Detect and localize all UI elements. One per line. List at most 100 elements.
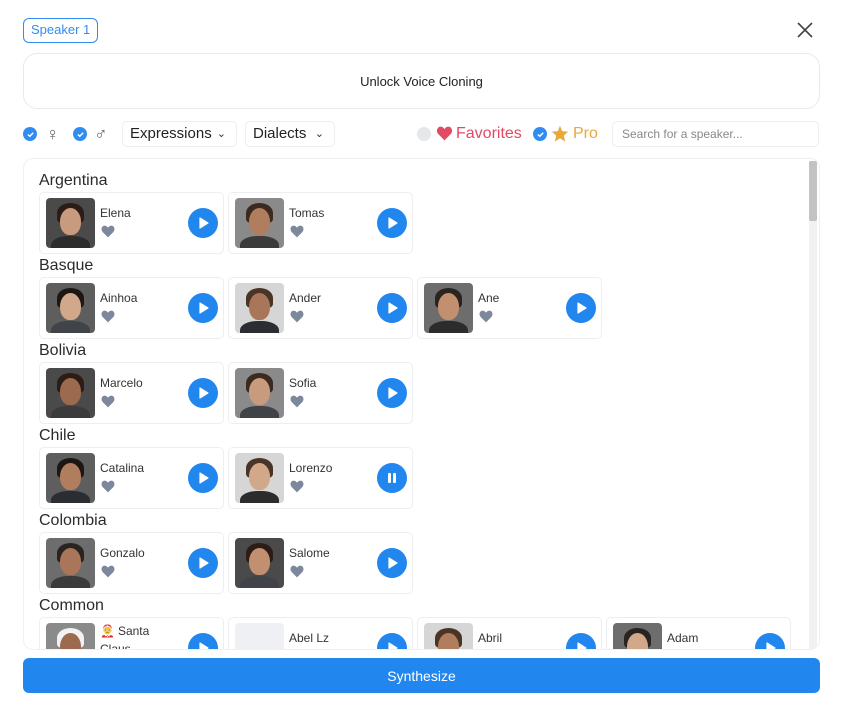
play-icon <box>199 472 209 484</box>
synthesize-button[interactable]: Synthesize <box>23 658 820 693</box>
speaker-name: Ane <box>478 291 500 305</box>
scrollbar-thumb[interactable] <box>809 161 817 221</box>
pro-label[interactable]: Pro <box>573 120 598 148</box>
speaker-card[interactable]: Catalina <box>39 447 224 509</box>
favorite-heart-icon[interactable] <box>101 480 115 493</box>
play-button[interactable] <box>377 293 407 323</box>
play-button[interactable] <box>566 633 596 649</box>
avatar <box>46 453 95 503</box>
play-button[interactable] <box>377 378 407 408</box>
speaker-group: Basque Ainhoa Ander Ane <box>39 256 809 339</box>
group-title: Bolivia <box>39 342 87 359</box>
speaker-card[interactable]: Ainhoa <box>39 277 224 339</box>
speaker-card[interactable]: Marcelo <box>39 362 224 424</box>
speaker-name: Lorenzo <box>289 461 333 475</box>
speaker-card[interactable]: Gonzalo <box>39 532 224 594</box>
play-button[interactable] <box>188 463 218 493</box>
avatar <box>235 283 284 333</box>
play-button[interactable] <box>377 633 407 649</box>
speaker-card[interactable]: Elena <box>39 192 224 254</box>
avatar-shape <box>60 463 81 490</box>
favorite-heart-icon[interactable] <box>479 310 493 323</box>
speaker-card[interactable]: Sofia <box>228 362 413 424</box>
avatar <box>46 623 95 649</box>
speaker-cards: Ainhoa Ander Ane <box>39 277 809 339</box>
play-button[interactable] <box>755 633 785 649</box>
dialects-label: Dialects <box>253 125 307 142</box>
male-icon: ♂ <box>94 124 108 144</box>
play-icon <box>766 642 776 649</box>
close-button[interactable] <box>794 19 816 41</box>
favorite-heart-icon[interactable] <box>290 480 304 493</box>
speaker-name: Adam <box>667 631 699 645</box>
avatar-shape <box>249 548 270 575</box>
speaker-cards: Elena Tomas <box>39 192 809 254</box>
play-icon <box>388 387 398 399</box>
favorite-heart-icon[interactable] <box>101 395 115 408</box>
avatar-shape <box>60 208 81 235</box>
play-button[interactable] <box>566 293 596 323</box>
play-button[interactable] <box>188 548 218 578</box>
speaker-card[interactable]: Lorenzo <box>228 447 413 509</box>
avatar-shape <box>240 491 279 503</box>
play-button[interactable] <box>188 208 218 238</box>
avatar <box>235 368 284 418</box>
favorite-heart-icon[interactable] <box>290 395 304 408</box>
speaker-card[interactable]: Ander <box>228 277 413 339</box>
favorite-heart-icon[interactable] <box>101 565 115 578</box>
female-checkbox[interactable] <box>23 127 37 141</box>
speaker-card[interactable]: 🤶 Santa Claus <box>39 617 224 649</box>
avatar-shape <box>249 293 270 320</box>
play-icon <box>199 302 209 314</box>
speaker-cards: Catalina Lorenzo <box>39 447 809 509</box>
play-button[interactable] <box>377 208 407 238</box>
speaker-group: Common 🤶Santa Claus AL Abel Lz Abril Adam <box>39 596 809 649</box>
expressions-dropdown[interactable]: Expressions ⌄ <box>122 121 237 147</box>
speaker-name: Marcelo <box>100 376 143 390</box>
favorites-checkbox[interactable] <box>417 127 431 141</box>
favorite-heart-icon[interactable] <box>290 225 304 238</box>
avatar-shape <box>240 321 279 333</box>
play-icon <box>199 217 209 229</box>
scrollbar[interactable] <box>809 161 817 649</box>
chevron-down-icon: ⌄ <box>216 128 226 140</box>
speaker-cards: Gonzalo Salome <box>39 532 809 594</box>
avatar <box>613 623 662 649</box>
favorite-heart-icon[interactable] <box>101 310 115 323</box>
search-input[interactable] <box>612 121 819 147</box>
speaker-name: 🤶 Santa Claus <box>100 622 180 649</box>
pro-checkbox[interactable] <box>533 127 547 141</box>
favorite-heart-icon[interactable] <box>290 565 304 578</box>
speaker-card[interactable]: Tomas <box>228 192 413 254</box>
speaker-tag[interactable]: Speaker 1 <box>23 18 99 43</box>
pause-icon <box>388 473 396 483</box>
close-icon <box>797 22 813 38</box>
male-checkbox[interactable] <box>73 127 87 141</box>
female-icon: ♀ <box>46 124 60 144</box>
dialects-dropdown[interactable]: Dialects ⌄ <box>245 121 335 147</box>
play-button[interactable] <box>188 378 218 408</box>
heart-icon <box>436 126 453 141</box>
play-button[interactable] <box>188 293 218 323</box>
pause-button[interactable] <box>377 463 407 493</box>
avatar <box>424 283 473 333</box>
speaker-card[interactable]: Salome <box>228 532 413 594</box>
play-button[interactable] <box>377 548 407 578</box>
avatar <box>424 623 473 649</box>
speaker-card[interactable]: Adam <box>606 617 791 649</box>
unlock-voice-cloning-button[interactable]: Unlock Voice Cloning <box>23 53 820 109</box>
speaker-group: Argentina Elena Tomas <box>39 171 809 254</box>
play-icon <box>199 557 209 569</box>
speaker-card[interactable]: Ane <box>417 277 602 339</box>
speaker-name: Catalina <box>100 461 145 475</box>
favorites-label[interactable]: Favorites <box>456 120 522 148</box>
favorite-heart-icon[interactable] <box>101 225 115 238</box>
play-button[interactable] <box>188 633 218 649</box>
unlock-label: Unlock Voice Cloning <box>360 73 483 89</box>
speaker-card[interactable]: Abril <box>417 617 602 649</box>
avatar <box>235 453 284 503</box>
group-title: Chile <box>39 427 76 444</box>
favorite-heart-icon[interactable] <box>290 310 304 323</box>
check-icon <box>26 131 34 137</box>
speaker-card[interactable]: AL Abel Lz <box>228 617 413 649</box>
